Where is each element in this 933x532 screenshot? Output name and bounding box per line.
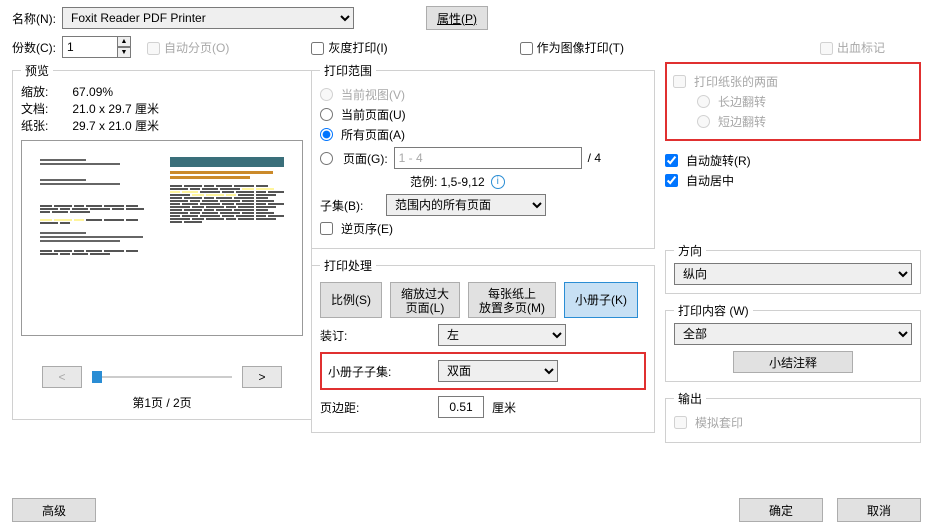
short-edge-radio [697,115,710,128]
subset-select[interactable]: 范围内的所有页面 [386,194,546,216]
printer-name-label: 名称(N): [12,10,56,27]
margin-label: 页边距: [320,399,430,416]
info-icon[interactable]: i [491,175,505,189]
summarize-comments-button[interactable]: 小结注释 [733,351,853,373]
cancel-button[interactable]: 取消 [837,498,921,522]
auto-rotate-checkbox[interactable] [665,154,678,167]
page-slider[interactable] [92,367,232,387]
subset-label: 子集(B): [320,197,380,214]
ok-button[interactable]: 确定 [739,498,823,522]
margin-input[interactable] [438,396,484,418]
doc-size-label: 文档: [21,100,48,117]
print-what-group: 打印内容 (W) 全部 小结注释 [665,302,921,382]
copies-spinner[interactable]: ▲▼ [117,36,131,58]
print-what-legend: 打印内容 (W) [674,302,753,319]
grayscale-checkbox[interactable]: 灰度打印(I) [311,39,387,56]
pages-input [394,147,582,169]
reverse-order-checkbox[interactable] [320,222,333,235]
advanced-button[interactable]: 高级 [12,498,96,522]
preview-legend: 预览 [21,62,53,79]
paper-size-value: 29.7 x 21.0 厘米 [72,117,159,134]
tab-scale[interactable]: 比例(S) [320,282,382,318]
duplex-checkbox [673,75,686,88]
print-handling-legend: 打印处理 [320,257,376,274]
printer-select[interactable]: Foxit Reader PDF Printer [62,7,354,29]
all-pages-radio[interactable] [320,128,333,141]
margin-unit: 厘米 [492,399,516,416]
next-page-button[interactable]: > [242,366,282,388]
print-as-image-checkbox[interactable]: 作为图像打印(T) [520,39,624,56]
print-what-select[interactable]: 全部 [674,323,912,345]
prev-page-button[interactable]: < [42,366,82,388]
collate-checkbox: 自动分页(O) [147,39,229,56]
orientation-group: 方向 纵向 [665,242,921,294]
page-status: 第1页 / 2页 [21,394,303,411]
pages-radio[interactable] [320,152,333,165]
zoom-value: 67.09% [72,85,113,99]
tab-multiple[interactable]: 每张纸上 放置多页(M) [468,282,556,318]
pages-total: / 4 [588,151,601,165]
orientation-select[interactable]: 纵向 [674,263,912,285]
binding-label: 装订: [320,327,430,344]
output-legend: 输出 [674,390,706,407]
long-edge-radio [697,95,710,108]
booklet-subset-select[interactable]: 双面 [438,360,558,382]
properties-button[interactable]: 属性(P) [426,6,488,30]
booklet-subset-label: 小册子子集: [328,363,430,380]
print-range-legend: 打印范围 [320,62,376,79]
tab-booklet[interactable]: 小册子(K) [564,282,638,318]
orientation-legend: 方向 [674,242,706,259]
preview-thumbnail [21,140,303,336]
print-range-group: 打印范围 当前视图(V) 当前页面(U) 所有页面(A) 页面(G): / 4 … [311,62,655,249]
binding-select[interactable]: 左 [438,324,566,346]
tab-fit[interactable]: 缩放过大 页面(L) [390,282,460,318]
current-view-radio [320,88,333,101]
bleed-marks-checkbox: 出血标记 [820,39,885,56]
simulate-overprint-checkbox [674,416,687,429]
copies-label: 份数(C): [12,39,56,56]
print-handling-group: 打印处理 比例(S) 缩放过大 页面(L) 每张纸上 放置多页(M) 小册子(K… [311,257,655,433]
current-page-radio[interactable] [320,108,333,121]
copies-input[interactable] [62,36,118,58]
doc-size-value: 21.0 x 29.7 厘米 [72,100,159,117]
zoom-label: 缩放: [21,83,48,100]
preview-group: 预览 缩放: 67.09% 文档: 21.0 x 29.7 厘米 纸张: 29.7 x… [12,62,312,420]
auto-center-checkbox[interactable] [665,174,678,187]
pages-hint: 范例: 1,5-9,12 [410,173,485,190]
paper-size-label: 纸张: [21,117,48,134]
output-group: 输出 模拟套印 [665,390,921,443]
